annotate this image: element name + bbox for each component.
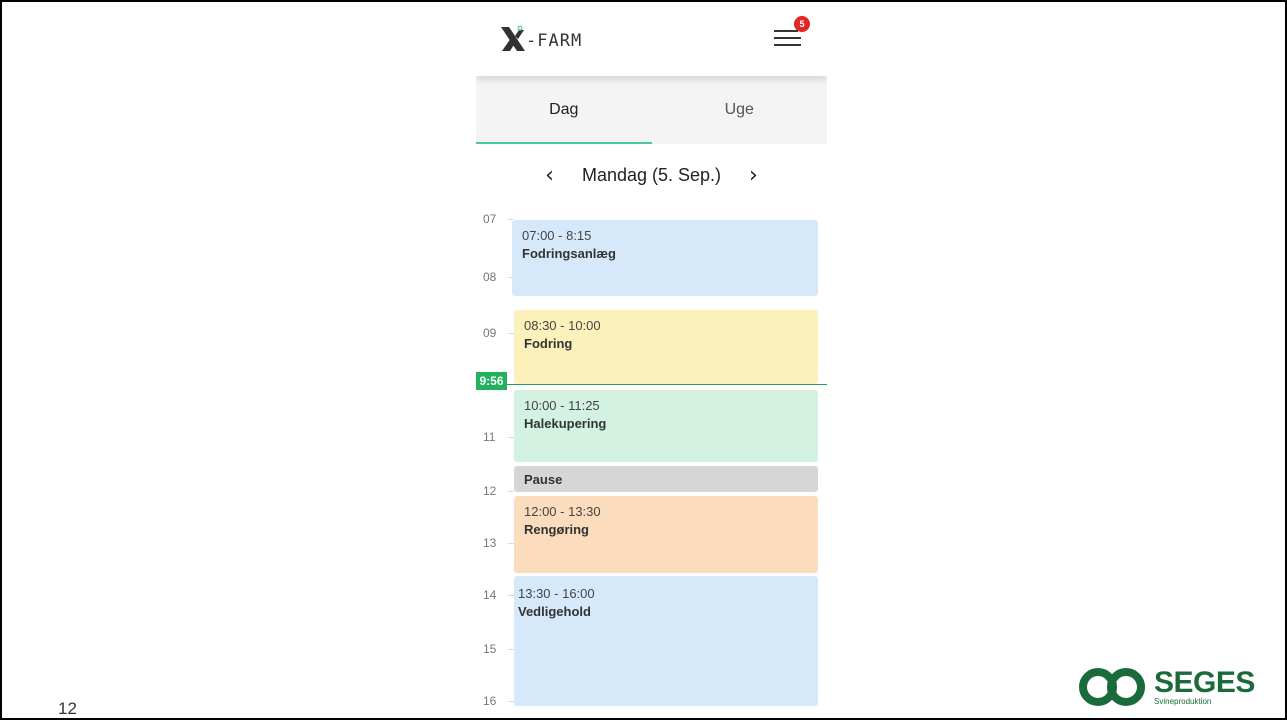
current-time-badge: 9:56 <box>476 372 507 390</box>
top-bar: -FARM 5 <box>476 4 827 76</box>
day-timeline: 07 08 09 11 12 13 14 15 16 07:00 - 8:15 … <box>476 204 827 718</box>
event-time: 12:00 - 13:30 <box>524 504 601 519</box>
event-title: Vedligehold <box>518 604 591 619</box>
event-card[interactable]: Pause <box>514 466 818 492</box>
logo-text: -FARM <box>526 31 583 51</box>
tab-uge[interactable]: Uge <box>652 76 828 144</box>
view-tabs: Dag Uge <box>476 76 827 144</box>
menu-icon-bar <box>774 37 801 39</box>
event-title: Pause <box>524 472 563 487</box>
menu-icon <box>774 30 798 32</box>
slide-page-number: 12 <box>58 699 77 718</box>
seges-brand-name: SEGES <box>1154 665 1255 699</box>
seges-logo: SEGES Svineproduktion <box>1078 665 1255 709</box>
current-day-label: Mandag (5. Sep.) <box>581 164 722 185</box>
notification-badge: 5 <box>794 16 810 32</box>
event-time: 07:00 - 8:15 <box>522 228 592 243</box>
event-title: Rengøring <box>524 522 589 537</box>
menu-icon-bar <box>774 44 801 46</box>
day-navigator: ‹ Mandag (5. Sep.) › <box>476 154 827 196</box>
xfarm-logo[interactable]: -FARM <box>498 24 582 54</box>
event-time: 08:30 - 10:00 <box>524 318 601 333</box>
event-card[interactable]: 08:30 - 10:00 Fodring <box>514 310 818 384</box>
phone-screen: -FARM 5 Dag Uge ‹ Mandag (5. Sep.) › 07 … <box>476 4 827 718</box>
event-card[interactable]: 13:30 - 16:00 Vedligehold <box>514 576 818 706</box>
tab-dag[interactable]: Dag <box>476 76 652 144</box>
chevron-left-icon[interactable]: ‹ <box>529 163 570 188</box>
menu-button[interactable]: 5 <box>774 16 810 50</box>
event-card[interactable]: 12:00 - 13:30 Rengøring <box>514 496 818 573</box>
chevron-right-icon[interactable]: › <box>733 163 774 188</box>
current-time-line <box>476 384 827 385</box>
event-card[interactable]: 10:00 - 11:25 Halekupering <box>514 390 818 462</box>
event-title: Halekupering <box>524 416 607 431</box>
seges-rings-icon <box>1079 668 1145 706</box>
x-logo-icon <box>498 24 528 54</box>
event-time: 13:30 - 16:00 <box>518 586 595 601</box>
event-title: Fodring <box>524 336 573 351</box>
event-time: 10:00 - 11:25 <box>524 398 600 413</box>
event-card[interactable]: 07:00 - 8:15 Fodringsanlæg <box>512 220 818 296</box>
event-title: Fodringsanlæg <box>522 246 616 261</box>
